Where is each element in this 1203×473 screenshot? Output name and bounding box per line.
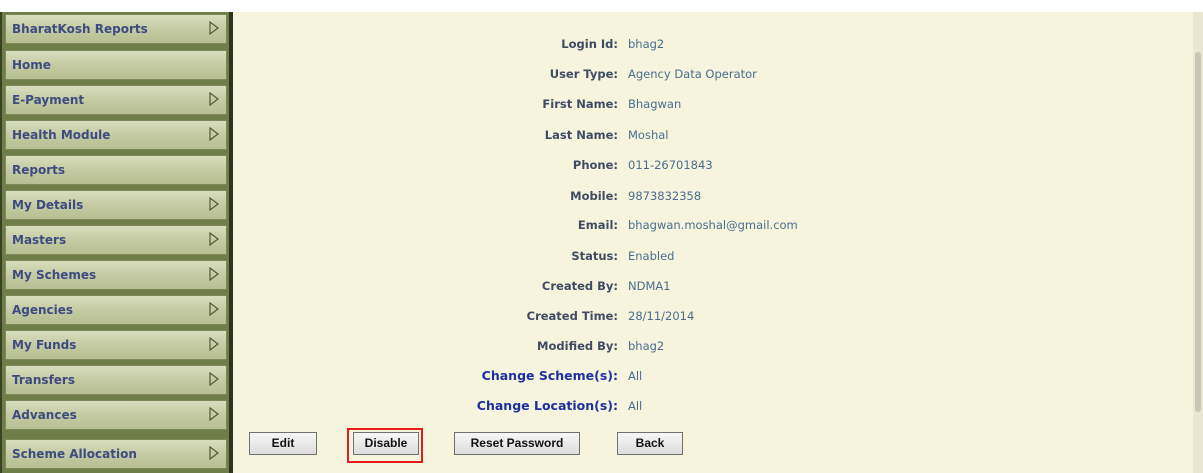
modified-by-label: Modified By: [537, 339, 618, 353]
sidebar-item-agencies[interactable]: Agencies [5, 295, 227, 325]
sidebar-item-label: My Details [12, 198, 84, 212]
chevron-right-icon [209, 21, 219, 35]
chevron-right-icon [209, 302, 219, 316]
chevron-right-icon [209, 232, 219, 246]
sidebar-item-scheme-allocation[interactable]: Scheme Allocation [5, 439, 227, 469]
created-by-value: NDMA1 [628, 279, 671, 293]
sidebar-item-e-payment[interactable]: E-Payment [5, 85, 227, 115]
mobile-label: Mobile: [570, 189, 618, 203]
change-locations-link[interactable]: Change Location(s): [318, 398, 618, 413]
sidebar-item-reports[interactable]: Reports [5, 155, 227, 185]
vertical-scrollbar[interactable] [1193, 12, 1203, 473]
last-name-label: Last Name: [544, 128, 618, 142]
sidebar-item-label: Health Module [12, 128, 111, 142]
user-details-panel: Login Id: User Type: First Name: Last Na… [233, 12, 1193, 473]
sidebar-item-label: Transfers [12, 373, 75, 387]
status-value: Enabled [628, 249, 675, 263]
sidebar-item-health-module[interactable]: Health Module [5, 120, 227, 150]
sidebar-item-my-schemes[interactable]: My Schemes [5, 260, 227, 290]
sidebar-item-label: Home [12, 58, 51, 72]
change-locations-value: All [628, 399, 643, 413]
sidebar: BharatKosh Reports Home E-Payment Health… [0, 12, 232, 473]
sidebar-item-label: BharatKosh Reports [12, 22, 148, 36]
chevron-right-icon [209, 407, 219, 421]
chevron-right-icon [209, 197, 219, 211]
login-id-value: bhag2 [628, 37, 665, 51]
sidebar-item-my-funds[interactable]: My Funds [5, 330, 227, 360]
login-id-label: Login Id: [561, 37, 618, 51]
created-by-label: Created By: [541, 279, 618, 293]
details-labels: Login Id: User Type: First Name: Last Na… [233, 12, 618, 432]
phone-label: Phone: [572, 158, 618, 172]
chevron-right-icon [209, 446, 219, 460]
sidebar-item-advances[interactable]: Advances [5, 400, 227, 430]
sidebar-item-label: My Schemes [12, 268, 97, 282]
first-name-value: Bhagwan [628, 97, 682, 111]
sidebar-item-label: E-Payment [12, 93, 85, 107]
sidebar-item-masters[interactable]: Masters [5, 225, 227, 255]
app-frame: BharatKosh Reports Home E-Payment Health… [0, 12, 1203, 473]
sidebar-item-label: My Funds [12, 338, 77, 352]
email-label: Email: [577, 218, 618, 232]
sidebar-item-label: Scheme Allocation [12, 447, 137, 461]
user-type-value: Agency Data Operator [628, 67, 757, 81]
mobile-value: 9873832358 [628, 189, 702, 203]
created-time-label: Created Time: [526, 309, 618, 323]
chevron-right-icon [209, 337, 219, 351]
sidebar-item-my-details[interactable]: My Details [5, 190, 227, 220]
sidebar-item-label: Masters [12, 233, 67, 247]
change-schemes-value: All [628, 369, 643, 383]
user-type-label: User Type: [549, 67, 618, 81]
status-label: Status: [571, 249, 618, 263]
sidebar-item-transfers[interactable]: Transfers [5, 365, 227, 395]
phone-value: 011-26701843 [628, 158, 713, 172]
change-schemes-link[interactable]: Change Scheme(s): [318, 368, 618, 383]
sidebar-item-label: Reports [12, 163, 66, 177]
modified-by-value: bhag2 [628, 339, 665, 353]
sidebar-item-label: Advances [12, 408, 77, 422]
email-value: bhagwan.moshal@gmail.com [628, 218, 798, 232]
last-name-value: Moshal [628, 128, 669, 142]
first-name-label: First Name: [542, 97, 618, 111]
chevron-right-icon [209, 92, 219, 106]
sidebar-item-bharatkosh-reports[interactable]: BharatKosh Reports [5, 14, 227, 44]
sidebar-item-home[interactable]: Home [5, 50, 227, 80]
chevron-right-icon [209, 267, 219, 281]
chevron-right-icon [209, 127, 219, 141]
chevron-right-icon [209, 372, 219, 386]
highlight-box [347, 428, 423, 463]
edit-button[interactable]: Edit [249, 432, 317, 455]
created-time-value: 28/11/2014 [628, 309, 695, 323]
back-button[interactable]: Back [617, 432, 683, 455]
sidebar-item-label: Agencies [12, 303, 74, 317]
scrollbar-thumb[interactable] [1195, 52, 1201, 412]
reset-password-button[interactable]: Reset Password [454, 432, 580, 455]
